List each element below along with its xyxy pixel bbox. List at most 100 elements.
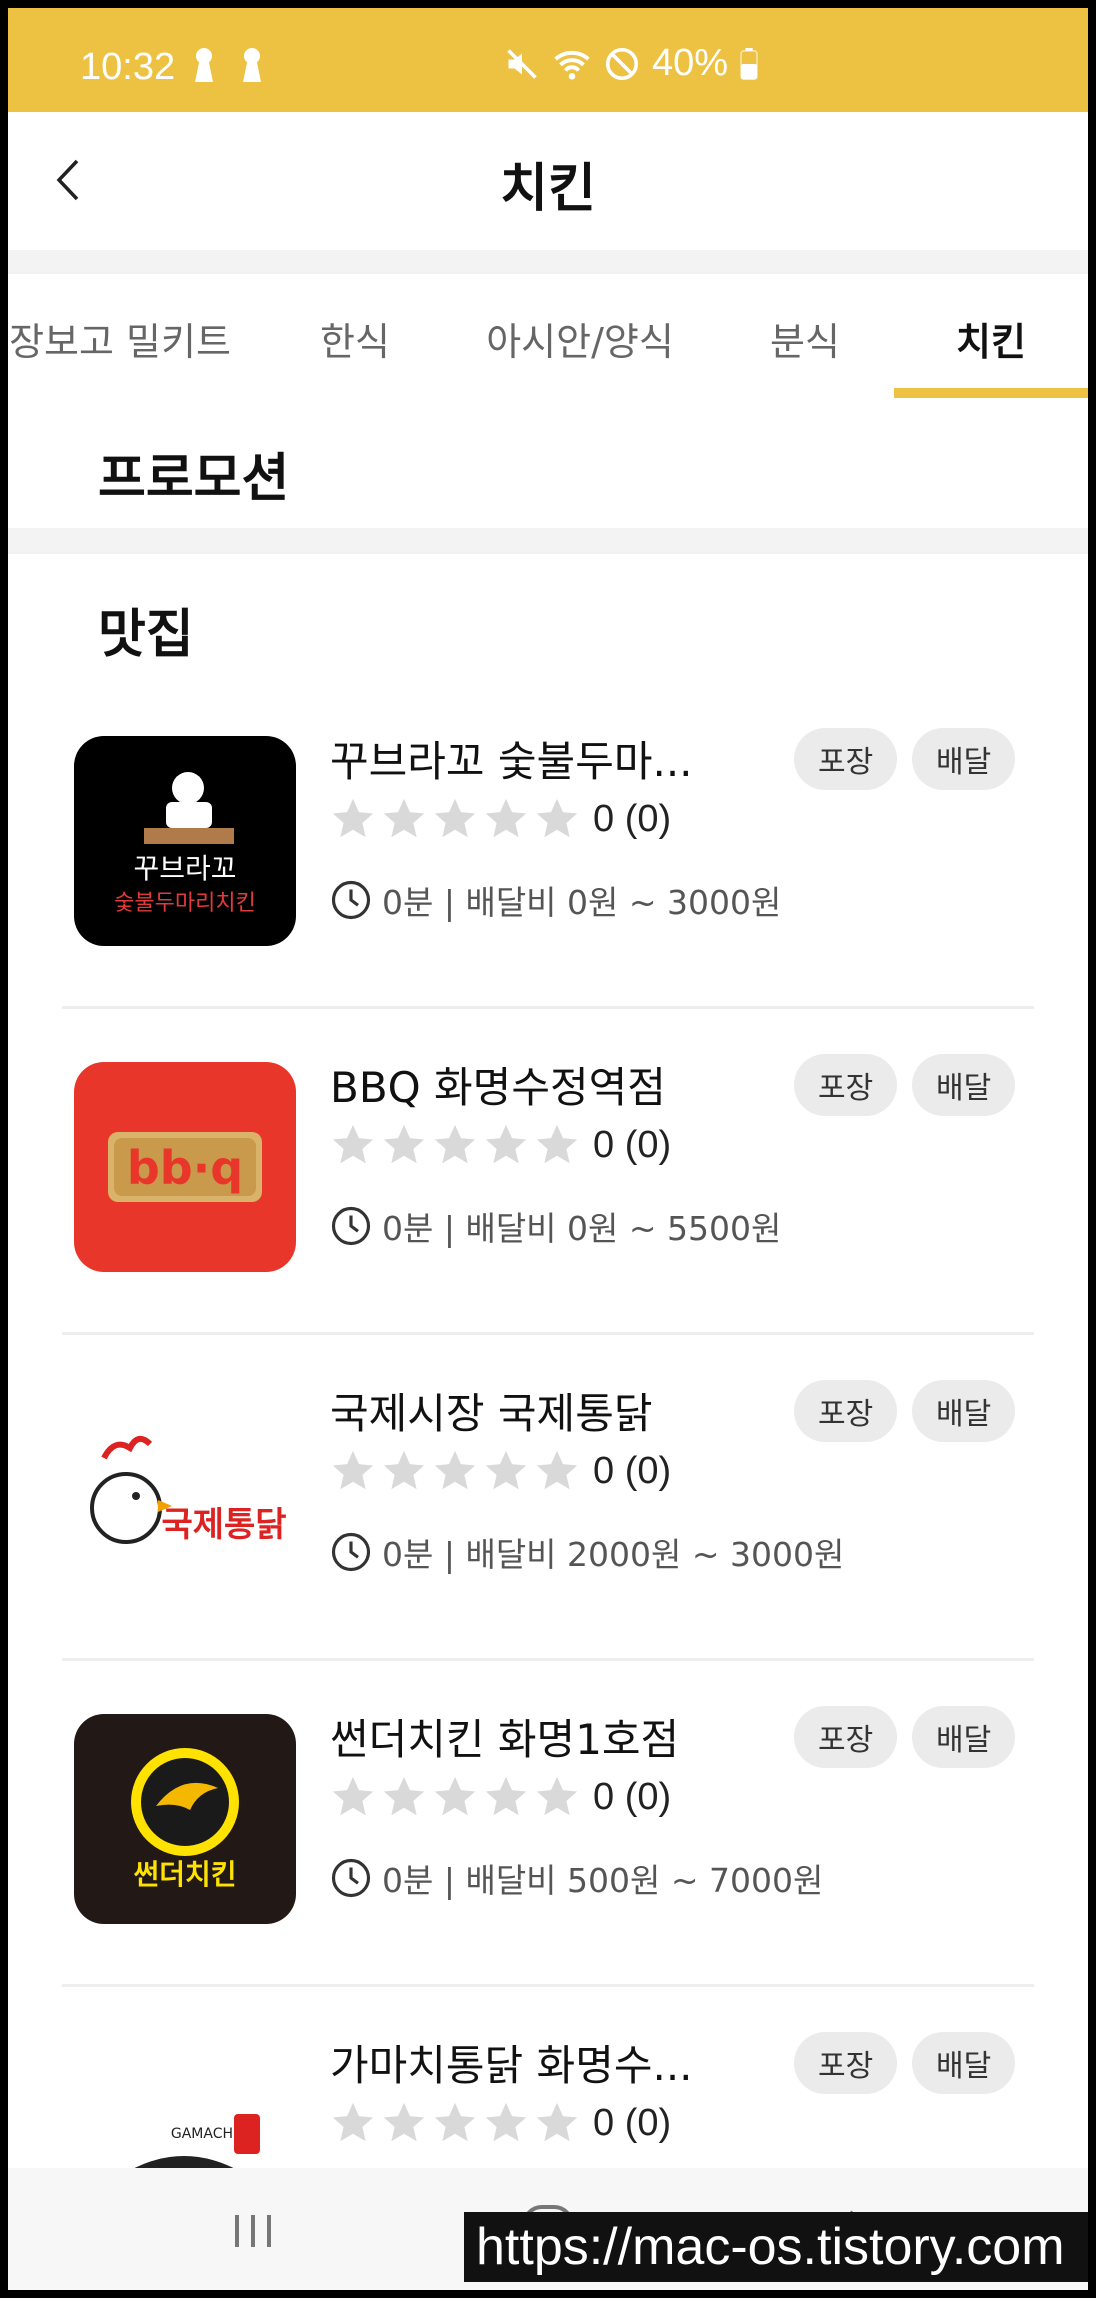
bbq-logo-text: bb·q xyxy=(127,1141,243,1195)
phone-screen: 10:32 40% 치킨 장보고 밀키트 한식 아시안/양식 분식 치킨 프로모… xyxy=(8,8,1088,2290)
star-icon xyxy=(536,1776,578,1816)
status-time: 10:32 xyxy=(80,46,176,88)
star-icon xyxy=(332,798,374,838)
restaurant-logo: 국제통닭 xyxy=(74,1388,296,1598)
star-icon xyxy=(434,1450,476,1490)
restaurant-name: 썬더치킨 화명1호점 xyxy=(330,1715,680,1764)
divider-band xyxy=(8,528,1088,554)
tab-korean[interactable]: 한식 xyxy=(270,274,440,402)
delivery-info-text: 0분 | 배달비 500원 ~ 7000원 xyxy=(382,1861,824,1900)
star-icon xyxy=(434,1776,476,1816)
rating-value: 0 (0) xyxy=(593,2102,672,2144)
star-icon xyxy=(383,1124,425,1164)
tab-meal-kit[interactable]: 장보고 밀키트 xyxy=(8,274,240,402)
active-tab-indicator xyxy=(894,388,1088,398)
takeout-badge[interactable]: 포장 xyxy=(794,2032,898,2094)
delivery-info: 0분 | 배달비 0원 ~ 3000원 xyxy=(330,876,781,924)
delivery-badge[interactable]: 배달 xyxy=(912,1706,1016,1768)
category-tabs: 장보고 밀키트 한식 아시안/양식 분식 치킨 xyxy=(8,274,1088,402)
section-title-matjip: 맛집 xyxy=(98,605,194,665)
clock-icon xyxy=(331,1858,371,1898)
rating-value: 0 (0) xyxy=(593,1124,672,1166)
star-icon xyxy=(383,2102,425,2142)
rating-stars xyxy=(330,2100,580,2146)
clock-icon xyxy=(331,1532,371,1572)
rating-value: 0 (0) xyxy=(593,1450,672,1492)
keyhole-icon xyxy=(193,48,215,82)
svg-text:꾸브라꼬: 꾸브라꼬 xyxy=(133,852,236,885)
takeout-badge[interactable]: 포장 xyxy=(794,1706,898,1768)
star-icon xyxy=(332,2102,374,2142)
rating-stars xyxy=(330,796,580,842)
star-icon xyxy=(536,1450,578,1490)
tab-chicken[interactable]: 치킨 xyxy=(894,274,1088,402)
star-icon xyxy=(536,1124,578,1164)
takeout-badge[interactable]: 포장 xyxy=(794,728,898,790)
takeout-badge[interactable]: 포장 xyxy=(794,1380,898,1442)
star-icon xyxy=(536,798,578,838)
rating-value: 0 (0) xyxy=(593,1776,672,1818)
star-icon xyxy=(332,1124,374,1164)
battery-icon xyxy=(740,47,758,80)
gamachi-logo-text: GAMACHI xyxy=(171,2126,237,2142)
status-right: 40% xyxy=(504,42,758,85)
keyhole-icon xyxy=(241,48,263,82)
star-icon xyxy=(332,1776,374,1816)
star-icon xyxy=(434,2102,476,2142)
divider-band xyxy=(8,250,1088,274)
delivery-info: 0분 | 배달비 0원 ~ 5500원 xyxy=(330,1202,781,1250)
thunder-chicken-logo-image: 썬더치킨 xyxy=(131,1748,239,1891)
do-not-disturb-icon xyxy=(605,47,639,80)
star-icon xyxy=(485,798,527,838)
recent-apps-button[interactable] xyxy=(218,2196,288,2266)
page-title: 치킨 xyxy=(500,159,596,219)
star-icon xyxy=(383,1776,425,1816)
star-icon xyxy=(485,1776,527,1816)
mute-icon xyxy=(507,48,537,79)
ggubrakko-logo-image: 꾸브라꼬 숯불두마리치킨 xyxy=(114,772,256,916)
star-icon xyxy=(485,2102,527,2142)
delivery-info-text: 0분 | 배달비 0원 ~ 5500원 xyxy=(382,1209,782,1248)
gukje-tongdak-logo-image: 국제통닭 xyxy=(90,1435,287,1545)
delivery-info-text: 0분 | 배달비 2000원 ~ 3000원 xyxy=(382,1535,845,1574)
restaurant-logo: 썬더치킨 xyxy=(74,1714,296,1924)
app-header: 치킨 xyxy=(8,112,1088,250)
list-divider xyxy=(62,1984,1034,1987)
tab-snack[interactable]: 분식 xyxy=(720,274,890,402)
delivery-badge[interactable]: 배달 xyxy=(912,728,1016,790)
star-icon xyxy=(485,1124,527,1164)
svg-text:국제통닭: 국제통닭 xyxy=(161,1505,286,1545)
svg-text:숯불두마리치킨: 숯불두마리치킨 xyxy=(114,891,256,916)
clock-icon xyxy=(331,1206,371,1246)
star-icon xyxy=(383,1450,425,1490)
delivery-badge[interactable]: 배달 xyxy=(912,1054,1016,1116)
rating-value: 0 (0) xyxy=(593,798,672,840)
list-divider xyxy=(62,1658,1034,1661)
delivery-badge[interactable]: 배달 xyxy=(912,1380,1016,1442)
star-icon xyxy=(434,798,476,838)
watermark-url: https://mac-os.tistory.com xyxy=(464,2212,1088,2282)
takeout-badge[interactable]: 포장 xyxy=(794,1054,898,1116)
rating-stars xyxy=(330,1122,580,1168)
restaurant-logo: bb·q xyxy=(74,1062,296,1272)
tab-asian-western[interactable]: 아시안/양식 xyxy=(462,274,698,402)
clock-icon xyxy=(331,880,371,920)
star-icon xyxy=(434,1124,476,1164)
recent-apps-icon xyxy=(235,2215,271,2247)
delivery-badge[interactable]: 배달 xyxy=(912,2032,1016,2094)
restaurant-name: 꾸브라꼬 숯불두마... xyxy=(330,737,693,786)
rating-stars xyxy=(330,1448,580,1494)
restaurant-name: 국제시장 국제통닭 xyxy=(330,1389,653,1438)
status-notification-icons xyxy=(193,48,263,82)
restaurant-name: BBQ 화명수정역점 xyxy=(330,1063,666,1112)
delivery-info: 0분 | 배달비 2000원 ~ 3000원 xyxy=(330,1528,844,1576)
list-divider xyxy=(62,1332,1034,1335)
bbq-logo-image: bb·q xyxy=(108,1132,262,1202)
star-icon xyxy=(536,2102,578,2142)
star-icon xyxy=(332,1450,374,1490)
rating-stars xyxy=(330,1774,580,1820)
restaurant-name: 가마치통닭 화명수... xyxy=(330,2041,693,2090)
restaurant-logo: 꾸브라꼬 숯불두마리치킨 xyxy=(74,736,296,946)
delivery-info: 0분 | 배달비 500원 ~ 7000원 xyxy=(330,1854,823,1902)
delivery-info-text: 0분 | 배달비 0원 ~ 3000원 xyxy=(382,883,782,922)
